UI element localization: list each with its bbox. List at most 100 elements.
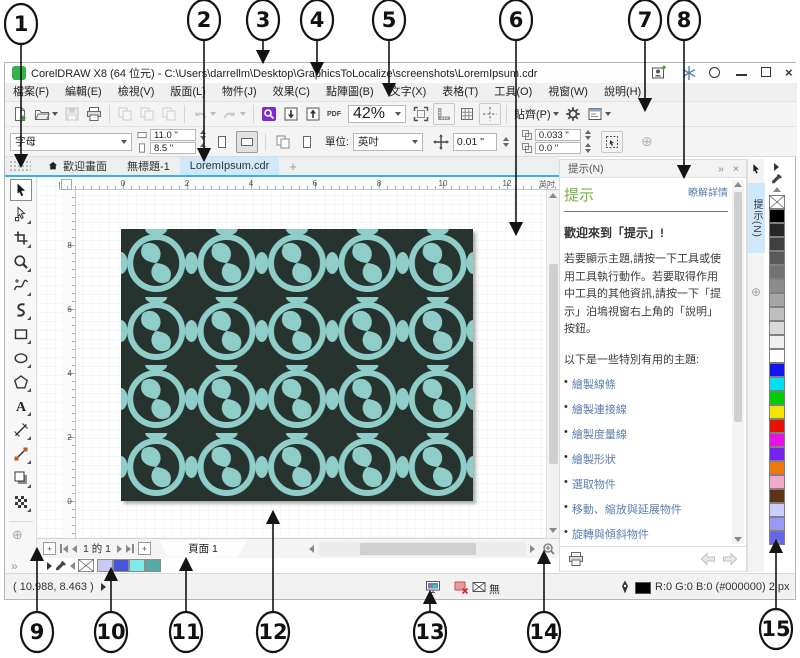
- duplicate-y-field[interactable]: 0.0 ": [535, 142, 581, 154]
- topic-link[interactable]: 選取物件: [572, 476, 616, 492]
- close-button[interactable]: ×: [785, 65, 793, 80]
- topic-link[interactable]: 移動、縮放與延展物件: [572, 501, 682, 517]
- palette-color-swatch[interactable]: [769, 419, 785, 433]
- page-width-spinner[interactable]: [198, 130, 208, 140]
- hints-docker-icon[interactable]: [750, 163, 762, 175]
- menu-item[interactable]: 檔案(F): [5, 83, 57, 101]
- palette-color-swatch[interactable]: [769, 251, 785, 265]
- export-icon[interactable]: [303, 104, 323, 124]
- palette-color-swatch[interactable]: [769, 405, 785, 419]
- horizontal-scroll-thumb[interactable]: [360, 543, 476, 555]
- palette-color-swatch[interactable]: [769, 265, 785, 279]
- hscroll-left-arrow[interactable]: [309, 545, 314, 553]
- tool-ellipse[interactable]: [10, 347, 32, 369]
- palette-color-swatch[interactable]: [769, 349, 785, 363]
- palette-color-swatch[interactable]: [769, 237, 785, 251]
- show-grid-icon[interactable]: [457, 104, 477, 124]
- color-proof-monitor-icon[interactable]: [425, 579, 441, 595]
- palette-options-arrow[interactable]: [774, 163, 779, 171]
- no-color-swatch[interactable]: [78, 559, 94, 572]
- nudge-offset-field[interactable]: 0.01 ": [453, 133, 497, 151]
- topic-link[interactable]: 繪製線條: [572, 376, 616, 392]
- menu-item[interactable]: 工具(O): [486, 83, 540, 101]
- tool-transparency[interactable]: [10, 491, 32, 513]
- topic-link[interactable]: 繪製度量線: [572, 426, 627, 442]
- snap-to-button[interactable]: 貼齊(P): [512, 104, 561, 124]
- palette-color-swatch[interactable]: [769, 307, 785, 321]
- open-icon[interactable]: [32, 104, 60, 124]
- undo-icon[interactable]: [190, 104, 218, 124]
- palette-color-swatch[interactable]: [769, 517, 785, 531]
- palette-scroll-left[interactable]: [70, 562, 75, 570]
- tool-shape[interactable]: [10, 203, 32, 225]
- settings-snowflake-icon[interactable]: [681, 65, 697, 81]
- options-gear-icon[interactable]: [563, 104, 583, 124]
- document-color-swatch[interactable]: [145, 559, 161, 572]
- docker-scrollbar[interactable]: [732, 180, 744, 544]
- tool-freehand[interactable]: [10, 275, 32, 297]
- docker-close-icon[interactable]: ×: [733, 163, 739, 175]
- search-content-icon[interactable]: [259, 104, 279, 124]
- all-pages-icon[interactable]: [273, 132, 293, 152]
- tool-text[interactable]: [10, 395, 32, 417]
- current-page-icon[interactable]: [297, 132, 317, 152]
- account-icon[interactable]: [651, 65, 667, 81]
- save-icon[interactable]: [62, 104, 82, 124]
- page-width-field[interactable]: 11.0 ": [150, 129, 196, 141]
- tab-welcome-screen[interactable]: 歡迎畫面: [37, 157, 117, 175]
- toolbox-expand-chevrons[interactable]: »: [11, 559, 18, 573]
- menu-item[interactable]: 表格(T): [434, 83, 486, 101]
- add-docker-button[interactable]: ⊕: [751, 285, 761, 299]
- print-icon[interactable]: [84, 104, 104, 124]
- zoom-level-select[interactable]: 42%: [348, 105, 406, 123]
- palette-eyedropper-icon[interactable]: [771, 173, 783, 185]
- palette-color-swatch[interactable]: [769, 475, 785, 489]
- topic-link[interactable]: 繪製形狀: [572, 451, 616, 467]
- document-color-swatch[interactable]: [113, 559, 129, 572]
- palette-color-swatch[interactable]: [769, 293, 785, 307]
- ruler-origin[interactable]: [61, 179, 72, 190]
- palette-scroll-down[interactable]: [773, 541, 781, 546]
- hint-back-icon[interactable]: [700, 551, 716, 567]
- horizontal-scrollbar[interactable]: [318, 542, 526, 556]
- docker-scroll-thumb[interactable]: [734, 192, 742, 422]
- cut-icon[interactable]: [115, 104, 135, 124]
- status-expand-arrow[interactable]: [101, 583, 106, 591]
- palette-color-swatch[interactable]: [769, 391, 785, 405]
- palette-color-swatch[interactable]: [769, 209, 785, 223]
- new-document-icon[interactable]: [10, 104, 30, 124]
- landscape-button[interactable]: [236, 131, 258, 153]
- palette-color-swatch[interactable]: [769, 223, 785, 237]
- redo-icon[interactable]: [220, 104, 248, 124]
- page-height-spinner[interactable]: [198, 143, 208, 153]
- toolbox-grip[interactable]: [9, 160, 31, 172]
- menu-item[interactable]: 效果(C): [265, 83, 318, 101]
- docker-float-icon[interactable]: »: [718, 163, 724, 175]
- copy-icon[interactable]: [137, 104, 157, 124]
- tool-zoom[interactable]: [10, 251, 32, 273]
- menu-item[interactable]: 版面(L): [162, 83, 213, 101]
- application-launcher-icon[interactable]: [585, 104, 613, 124]
- duplicate-y-spinner[interactable]: [583, 143, 593, 153]
- tool-polygon[interactable]: [10, 371, 32, 393]
- palette-color-swatch[interactable]: [769, 279, 785, 293]
- document-color-swatch[interactable]: [129, 559, 145, 572]
- scroll-down-arrow[interactable]: [549, 528, 557, 533]
- topic-link[interactable]: 旋轉與傾斜物件: [572, 526, 649, 542]
- learn-more-link[interactable]: 瞭解詳情: [688, 184, 728, 199]
- palette-color-swatch[interactable]: [769, 489, 785, 503]
- palette-scroll-up[interactable]: [773, 187, 781, 192]
- publish-pdf-icon[interactable]: PDF: [325, 109, 343, 120]
- palette-flyout-arrow[interactable]: [47, 562, 52, 570]
- units-select[interactable]: 英吋: [353, 133, 423, 151]
- docker-scroll-down[interactable]: [734, 537, 742, 542]
- page-height-field[interactable]: 8.5 ": [150, 142, 196, 154]
- palette-color-swatch[interactable]: [769, 433, 785, 447]
- tab-untitled-1[interactable]: 無標題-1: [117, 157, 180, 175]
- palette-color-swatch[interactable]: [769, 503, 785, 517]
- vertical-scroll-thumb[interactable]: [549, 264, 558, 464]
- menu-item[interactable]: 視窗(W): [540, 83, 596, 101]
- title-bar[interactable]: CorelDRAW X8 (64 位元) - C:\Users\darrellm…: [5, 63, 797, 83]
- minimize-button[interactable]: [736, 74, 747, 76]
- open-dropdown-arrow[interactable]: [52, 112, 58, 116]
